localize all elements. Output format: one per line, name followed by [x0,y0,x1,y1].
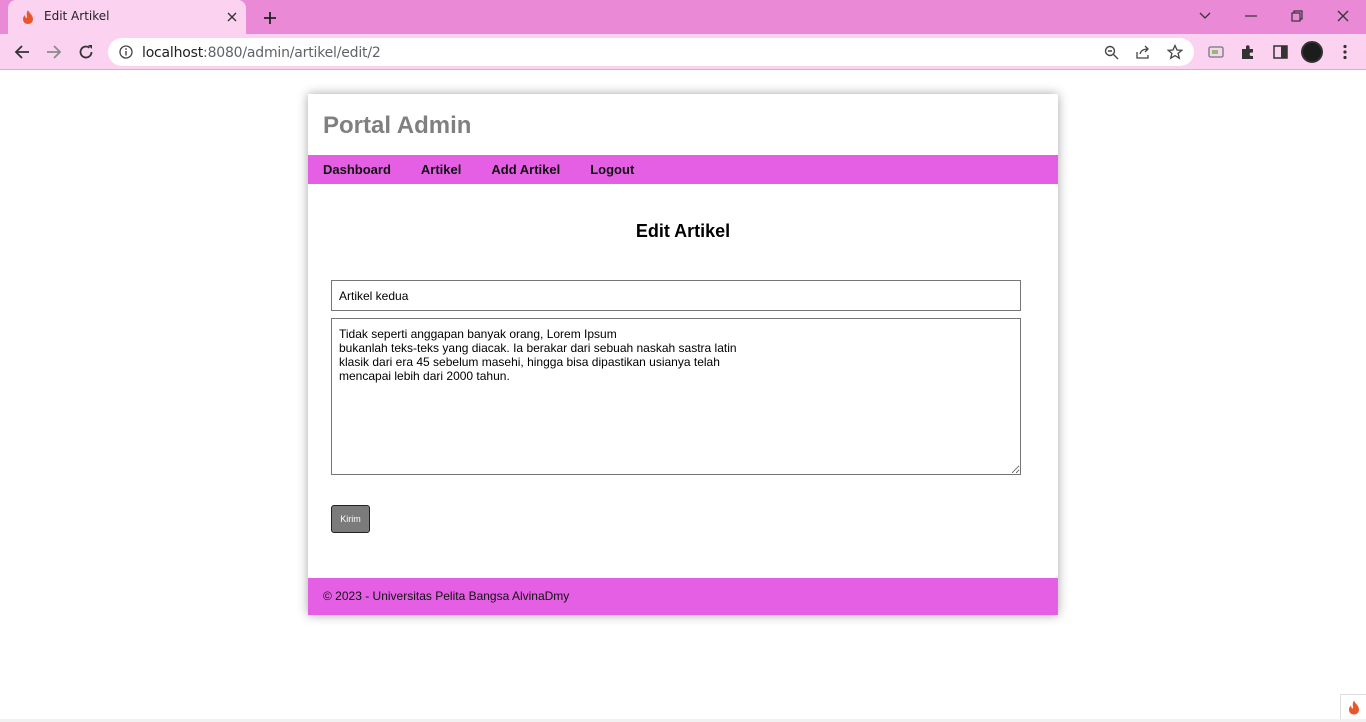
share-icon[interactable] [1134,43,1152,61]
cast-icon[interactable] [1205,41,1227,63]
tab-title: Edit Artikel [44,9,110,23]
title-input[interactable] [331,280,1021,311]
reload-icon[interactable] [75,41,97,63]
close-window-icon[interactable] [1331,6,1355,26]
profile-avatar[interactable] [1301,41,1323,63]
nav-artikel[interactable]: Artikel [421,162,461,177]
content-textarea[interactable]: Tidak seperti anggapan banyak orang, Lor… [331,318,1021,475]
browser-tab[interactable]: Edit Artikel [8,0,246,34]
edit-form-section: Edit Artikel Tidak seperti anggapan bany… [308,221,1058,533]
page-container: Portal Admin Dashboard Artikel Add Artik… [308,94,1058,615]
arrow-right-icon[interactable] [43,41,65,63]
main-nav: Dashboard Artikel Add Artikel Logout [308,155,1058,184]
site-footer: © 2023 - Universitas Pelita Bangsa Alvin… [308,578,1058,615]
nav-logout[interactable]: Logout [590,162,634,177]
restore-icon[interactable] [1285,6,1309,26]
browser-toolbar: localhost:8080/admin/artikel/edit/2 [0,34,1366,70]
chevron-down-icon[interactable] [1193,6,1217,26]
url-text: localhost:8080/admin/artikel/edit/2 [142,45,381,61]
arrow-left-icon[interactable] [11,41,33,63]
close-icon[interactable] [224,9,240,25]
nav-add-artikel[interactable]: Add Artikel [491,162,560,177]
browser-tab-bar: Edit Artikel [0,0,1366,34]
side-panel-icon[interactable] [1269,41,1291,63]
puzzle-icon[interactable] [1237,41,1259,63]
minimize-icon[interactable] [1239,6,1263,26]
zoom-icon[interactable] [1102,43,1120,61]
address-bar[interactable]: localhost:8080/admin/artikel/edit/2 [108,38,1194,66]
site-header: Portal Admin [308,94,1058,155]
info-icon[interactable] [118,44,134,60]
kebab-menu-icon[interactable] [1334,41,1356,63]
flame-icon[interactable] [1340,694,1366,720]
plus-icon[interactable] [260,8,280,28]
site-title: Portal Admin [323,112,472,139]
star-icon[interactable] [1166,43,1184,61]
flame-icon [20,9,36,25]
nav-dashboard[interactable]: Dashboard [323,162,391,177]
page-heading: Edit Artikel [635,221,731,241]
submit-button[interactable]: Kirim [331,505,370,533]
